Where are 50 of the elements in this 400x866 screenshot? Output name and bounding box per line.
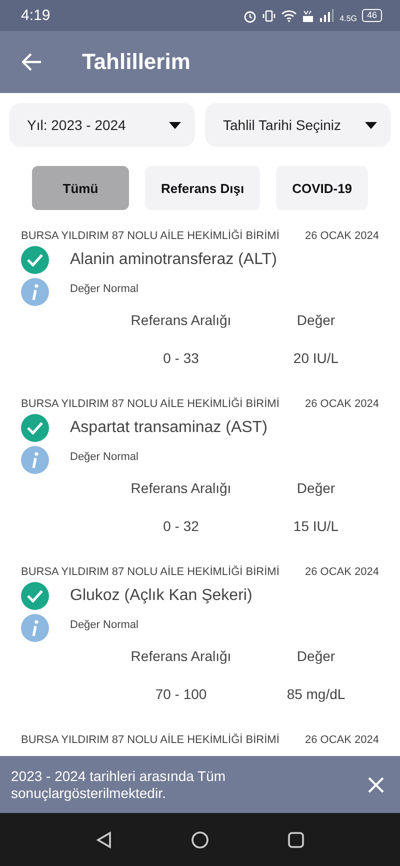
alarm-icon [242,8,257,22]
vibrate-icon [262,8,276,22]
page-title: Tahlillerim [82,49,190,75]
result-note: Değer Normal [70,451,138,463]
filter-chip[interactable]: Referans Dışı [144,166,260,210]
filter-chip[interactable]: COVID-19 [276,166,368,210]
result-note: Değer Normal [70,619,138,631]
result-value: 85 mg/dL [286,686,346,702]
filter-chip[interactable]: Tümü [32,166,129,210]
status-time: 4:19 [21,7,50,24]
institution-name: BURSA YILDIRIM 87 NOLU AİLE HEKİMLİĞİ BİRİMİ [21,230,280,242]
battery-icon: 46 [362,9,382,22]
column-label: Değer [296,480,336,496]
institution-name: BURSA YILDIRIM 87 NOLU AİLE HEKİMLİĞİ BİRİMİ [21,566,280,578]
reference-range: 70 - 100 [155,686,207,702]
test-name: Glukoz (Açlık Kan Şekeri) [70,587,252,605]
close-icon[interactable] [368,776,384,792]
result-date: 26 OCAK 2024 [305,398,379,410]
result-note: Değer Normal [70,283,138,295]
home-nav-icon[interactable] [191,830,209,848]
column-label: Referans Aralığı [130,648,232,664]
network-label: 4.5G [340,14,357,23]
reference-range: 0 - 32 [163,518,199,534]
snackbar-message: 2023 - 2024 tarihleri arasında Tüm sonuçlargösterilmektedir. [11,768,227,802]
column-label: Değer [296,648,336,664]
recents-nav-icon[interactable] [287,830,305,848]
check-icon [21,246,49,274]
result-date: 26 OCAK 2024 [305,566,379,578]
institution-name: BURSA YILDIRIM 87 NOLU AİLE HEKİMLİĞİ BİRİMİ [21,398,280,410]
column-label: Değer [296,312,336,328]
check-icon [21,414,49,442]
check-icon [21,582,49,610]
column-label: Referans Aralığı [130,312,232,328]
signal-icon [318,9,335,22]
column-label: Referans Aralığı [130,480,232,496]
test-name: Aspartat transaminaz (AST) [70,419,268,437]
result-value: 20 IU/L [293,350,339,366]
back-nav-icon[interactable] [95,830,113,848]
test-name: Alanin aminotransferaz (ALT) [70,251,277,269]
wifi-icon [280,9,297,22]
reference-range: 0 - 33 [163,350,199,366]
filter-dropdown[interactable]: Yıl: 2023 - 2024 [9,103,195,147]
result-date: 26 OCAK 2024 [305,734,379,746]
institution-name: BURSA YILDIRIM 87 NOLU AİLE HEKİMLİĞİ BİRİMİ [21,734,280,746]
filter-dropdown[interactable]: Tahlil Tarihi Seçiniz [205,103,391,147]
caret-icon [365,122,377,128]
result-value: 15 IU/L [293,518,339,534]
caret-icon [169,122,181,128]
back-icon[interactable] [22,53,42,71]
result-date: 26 OCAK 2024 [305,230,379,242]
